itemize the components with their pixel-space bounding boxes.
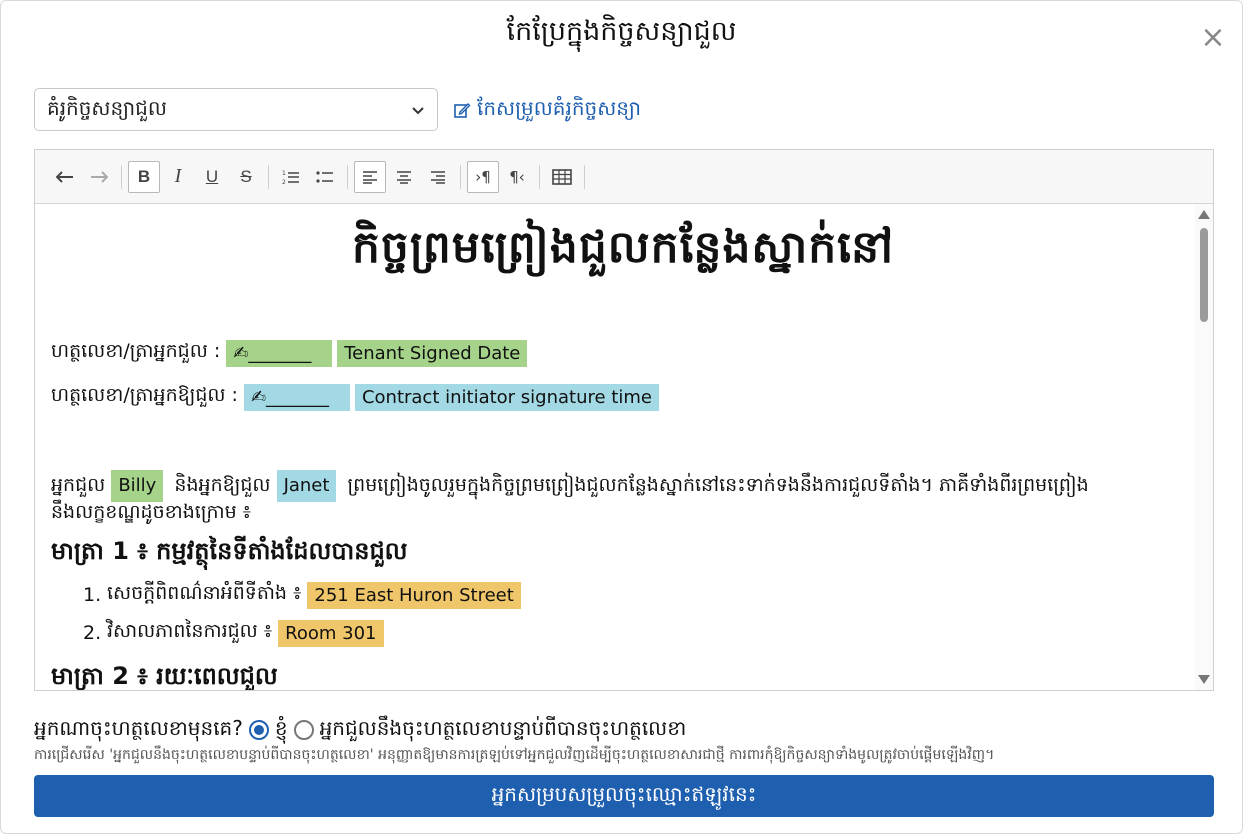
underline-icon[interactable]: U	[196, 161, 228, 193]
para-landlord-prefix: និងអ្នកឱ្យជួល	[174, 474, 271, 496]
toolbar-separator	[584, 164, 585, 189]
ordered-list-icon[interactable]: 12	[275, 161, 307, 193]
scroll-down-icon[interactable]	[1198, 675, 1210, 684]
svg-text:2: 2	[282, 179, 286, 185]
toolbar-separator	[539, 164, 540, 189]
align-left-icon[interactable]	[354, 160, 386, 193]
contract-initiator-time-field[interactable]: Contract initiator signature time	[354, 383, 659, 411]
edit-contract-dialog: កែប្រែក្នុងកិច្ចសន្យាជួល × គំរូកិច្ចសន្យ…	[0, 0, 1243, 834]
tenant-signature-label: ហត្ថលេខា/ត្រាអ្នកជួល :	[51, 340, 221, 362]
editor-toolbar: B I U S 12 ›¶ ¶‹	[35, 150, 1213, 204]
signing-order-hint: ការជ្រើសរើស 'អ្នកជួលនឹងចុះហត្ថលេខាបន្ទាប…	[34, 747, 995, 763]
radio-me-label[interactable]: ខ្ញុំ	[275, 715, 288, 745]
edit-template-link[interactable]: កែសម្រួលគំរូកិច្ចសន្យា	[453, 95, 641, 125]
toolbar-separator	[121, 164, 122, 189]
radio-me[interactable]	[248, 720, 269, 740]
italic-icon[interactable]: I	[162, 161, 194, 193]
rental-scope-label: វិសាលភាពនៃការជួល ៖	[107, 620, 273, 642]
radio-tenant-after-label[interactable]: អ្នកជួលនឹងចុះហត្ថលេខាបន្ទាប់ពីបានចុះហត្ថ…	[320, 715, 687, 745]
landlord-signature-label: ហត្ថលេខា/ត្រាអ្នកឱ្យជួល :	[51, 384, 238, 406]
toolbar-separator	[460, 164, 461, 189]
editor-scrollbar[interactable]	[1195, 204, 1213, 690]
strikethrough-icon[interactable]: S	[230, 161, 262, 193]
template-select-value: គំរូកិច្ចសន្យាជួល	[47, 95, 167, 120]
tenant-signature-line: ហត្ថលេខា/ត្រាអ្នកជួល : ✍_______ Tenant S…	[51, 336, 1195, 370]
undo-icon[interactable]	[49, 161, 81, 193]
template-select[interactable]: គំរូកិច្ចសន្យាជួល	[34, 88, 438, 131]
signing-order-question: អ្នកណាចុះហត្ថលេខាមុនគេ?	[34, 716, 243, 740]
location-description-label: សេចក្តីពិពណ៌នាអំពីទីតាំង ៖	[107, 582, 302, 604]
unordered-list-icon[interactable]	[309, 161, 341, 193]
scroll-thumb[interactable]	[1200, 228, 1208, 322]
ltr-icon[interactable]: ›¶	[467, 160, 499, 193]
landlord-signature-line: ហត្ថលេខា/ត្រាអ្នកឱ្យជួល : ✍_______ Contr…	[51, 380, 1195, 414]
list-item: 1. សេចក្តីពិពណ៌នាអំពីទីតាំង ៖ 251 East H…	[83, 581, 1195, 609]
dialog-title: កែប្រែក្នុងកិច្ចសន្យាជួល	[506, 16, 737, 47]
radio-tenant-after[interactable]	[293, 720, 314, 740]
align-center-icon[interactable]	[388, 161, 420, 193]
list-item: 2. វិសាលភាពនៃការជួល ៖ Room 301	[83, 619, 1195, 647]
toolbar-separator	[347, 164, 348, 189]
rich-text-editor: B I U S 12 ›¶ ¶‹ កិច្ចព្រមព្រៀងជួលកន្លែង…	[34, 149, 1214, 691]
signing-order-group: អ្នកណាចុះហត្ថលេខាមុនគេ? ខ្ញុំ អ្នកជួលនឹង…	[34, 715, 686, 745]
register-coordinator-button[interactable]: អ្នកសម្របសម្រួលចុះឈ្មោះឥឡូវនេះ	[34, 775, 1214, 817]
table-icon[interactable]	[546, 161, 578, 193]
bold-icon[interactable]: B	[128, 160, 160, 193]
edit-template-label: កែសម្រួលគំរូកិច្ចសន្យា	[477, 96, 641, 120]
para-line2: នឹងលក្ខខណ្ឌដូចខាងក្រោម ៖	[51, 501, 252, 523]
article-1-title: មាត្រា 1 ៖ កម្មវត្ថុនៃទីតាំងដែលបានជួល	[51, 537, 408, 565]
editor-content[interactable]: កិច្ចព្រមព្រៀងជួលកន្លែងស្នាក់នៅ ហត្ថលេខា…	[35, 204, 1195, 690]
toolbar-separator	[268, 164, 269, 189]
tenant-signed-date-field[interactable]: Tenant Signed Date	[337, 339, 528, 367]
edit-icon	[454, 103, 471, 118]
agreement-paragraph: អ្នកជួល Billy និងអ្នកឱ្យជួល Janet ព្រមព្…	[51, 470, 1195, 522]
room-number-field[interactable]: Room 301	[278, 619, 384, 647]
list-number: 2.	[83, 622, 102, 644]
landlord-name-field[interactable]: Janet	[276, 470, 337, 502]
align-right-icon[interactable]	[422, 161, 454, 193]
svg-text:1: 1	[282, 170, 286, 177]
article-2-title: មាត្រា 2 ៖ រយៈពេលជួល	[51, 662, 278, 690]
scroll-up-icon[interactable]	[1198, 210, 1210, 219]
redo-icon[interactable]	[83, 161, 115, 193]
location-address-field[interactable]: 251 East Huron Street	[307, 581, 521, 609]
list-number: 1.	[83, 584, 102, 606]
para-rest: ព្រមព្រៀងចូលរួមក្នុងកិច្ចព្រមព្រៀងជួលកន្…	[347, 474, 1089, 496]
chevron-down-icon	[412, 106, 424, 114]
landlord-signature-field[interactable]: ✍_______	[243, 383, 350, 411]
document-title: កិច្ចព្រមព្រៀងជួលកន្លែងស្នាក់នៅ	[351, 222, 895, 273]
rtl-icon[interactable]: ¶‹	[501, 161, 533, 193]
para-tenant-prefix: អ្នកជួល	[51, 474, 106, 496]
close-icon[interactable]: ×	[1198, 23, 1228, 53]
tenant-signature-field[interactable]: ✍_______	[226, 339, 333, 367]
tenant-name-field[interactable]: Billy	[111, 470, 164, 502]
